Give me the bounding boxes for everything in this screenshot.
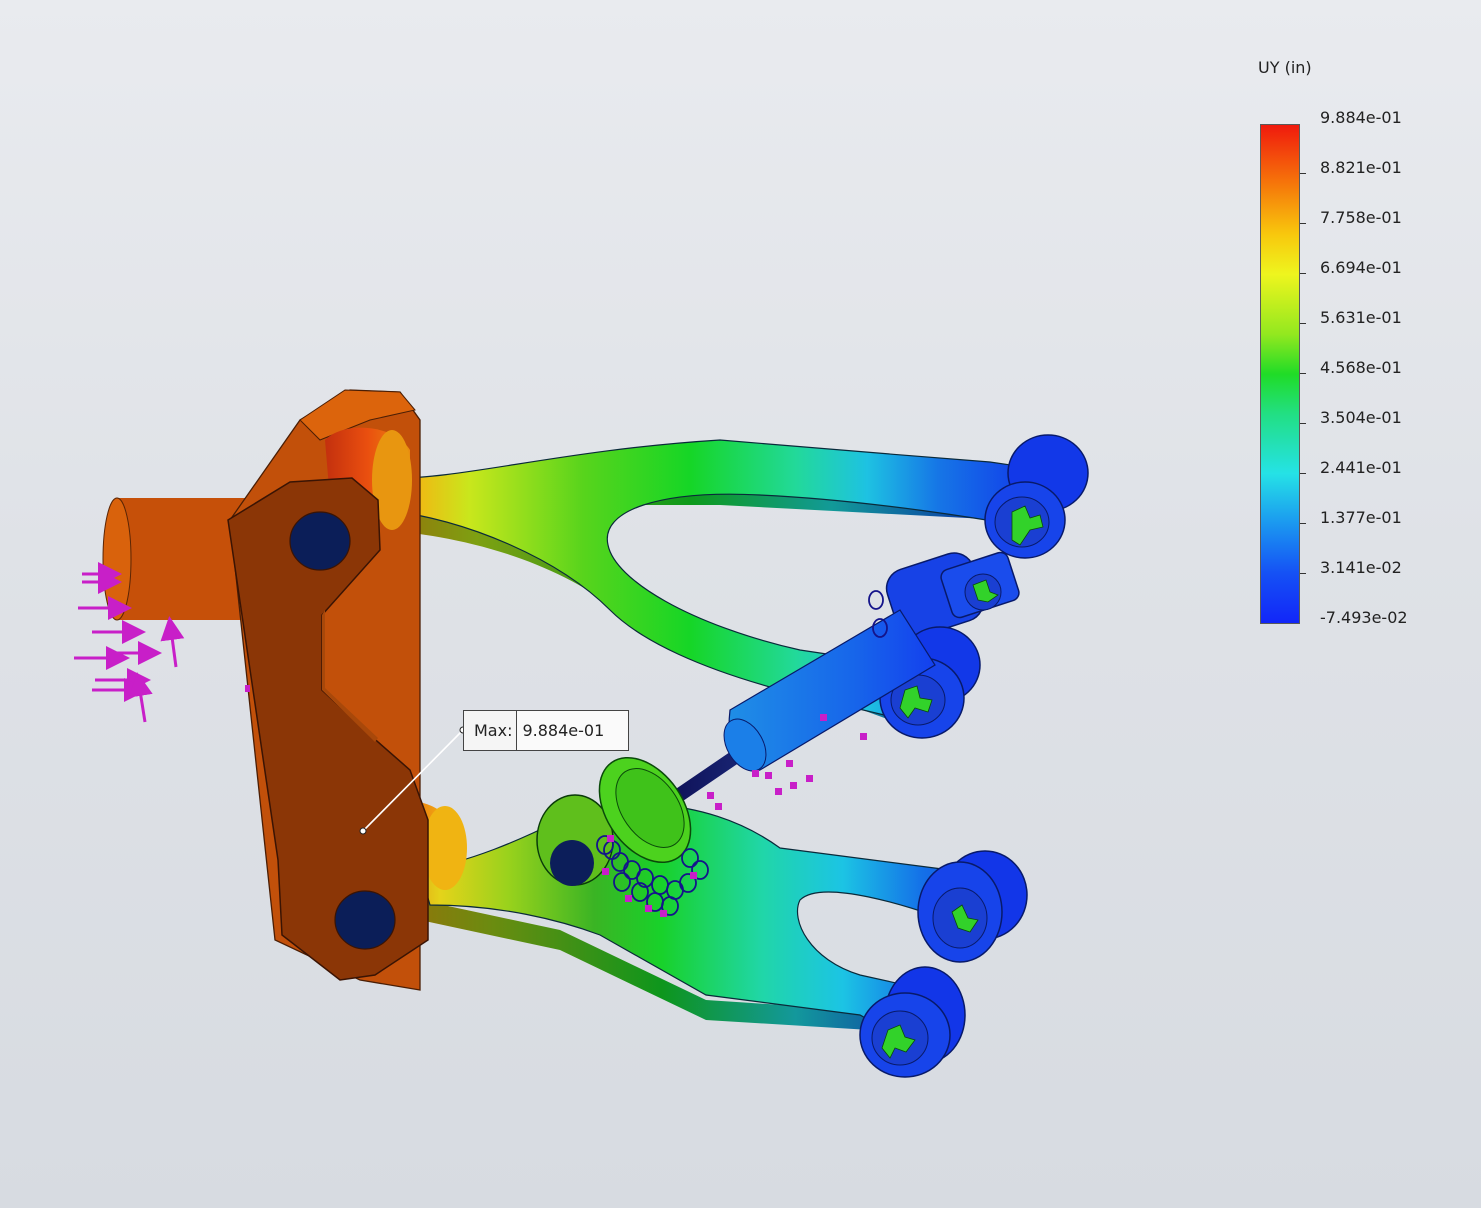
upright-knuckle xyxy=(102,389,467,991)
probe-label-text: Max: xyxy=(464,711,518,750)
legend-tick xyxy=(1300,423,1306,424)
legend-color-bar xyxy=(1260,124,1300,624)
legend-tick xyxy=(1300,323,1306,324)
legend-label: 1.377e-01 xyxy=(1320,508,1402,527)
legend-tick xyxy=(1300,473,1306,474)
max-probe-label[interactable]: Max: 9.884e-01 xyxy=(463,710,630,751)
legend-label: 5.631e-01 xyxy=(1320,308,1402,327)
legend-tick xyxy=(1300,223,1306,224)
legend-label: 6.694e-01 xyxy=(1320,258,1402,277)
legend-label: 9.884e-01 xyxy=(1320,108,1402,127)
legend-tick xyxy=(1300,173,1306,174)
lower-control-arm xyxy=(419,794,1028,1078)
legend-label: -7.493e-02 xyxy=(1320,608,1408,627)
legend-label: 2.441e-01 xyxy=(1320,458,1402,477)
legend-label: 3.504e-01 xyxy=(1320,408,1402,427)
legend-tick xyxy=(1300,373,1306,374)
model-view[interactable] xyxy=(0,0,1481,1208)
legend-label: 3.141e-02 xyxy=(1320,558,1402,577)
legend-tick xyxy=(1300,573,1306,574)
legend-label: 7.758e-01 xyxy=(1320,208,1402,227)
legend-label: 4.568e-01 xyxy=(1320,358,1402,377)
simulation-viewport[interactable] xyxy=(0,0,1481,1208)
legend-label: 8.821e-01 xyxy=(1320,158,1402,177)
legend-tick xyxy=(1300,523,1306,524)
legend-tick xyxy=(1300,273,1306,274)
probe-value-text: 9.884e-01 xyxy=(517,711,629,750)
legend-title: UY (in) xyxy=(1258,58,1312,77)
